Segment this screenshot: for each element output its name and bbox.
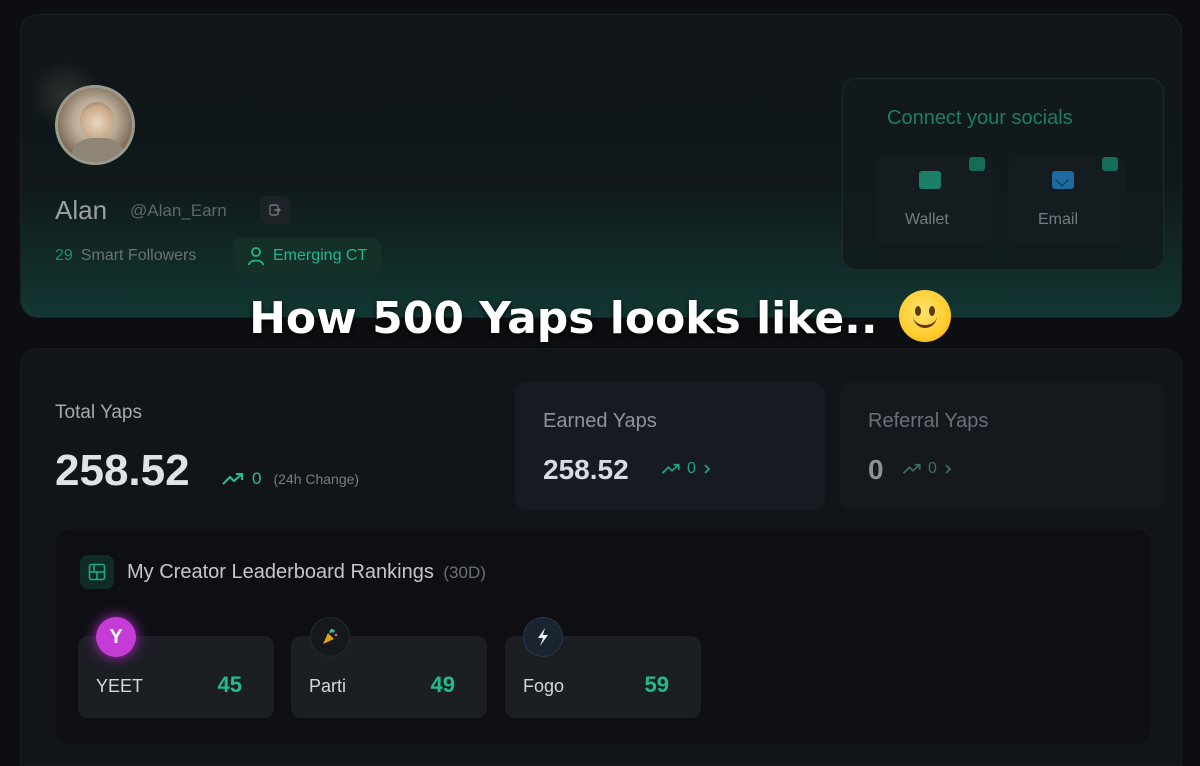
bolt-icon	[523, 617, 563, 657]
link-icon	[969, 157, 985, 171]
connect-socials-title: Connect your socials	[887, 107, 1073, 129]
user-icon	[248, 247, 264, 266]
earned-yaps-card[interactable]: Earned Yaps 258.52 0	[515, 382, 825, 510]
total-yaps-value: 258.52	[55, 446, 190, 495]
rank-name: Fogo	[523, 676, 565, 696]
smart-followers: 29 Smart Followers	[55, 247, 196, 265]
profile-handle: @Alan_Earn	[130, 201, 227, 220]
trend-up-icon	[661, 463, 680, 474]
avatar[interactable]	[55, 85, 135, 165]
profile-name: Alan	[55, 195, 108, 225]
referral-yaps-value: 0	[868, 454, 884, 485]
leaderboard-title: My Creator Leaderboard Rankings (30D)	[127, 561, 486, 584]
logout-icon	[269, 204, 281, 216]
referral-yaps-change-value: 0	[928, 460, 937, 477]
chevron-right-icon	[945, 464, 952, 474]
email-icon	[1052, 171, 1074, 189]
connect-email-button[interactable]: Email	[1008, 157, 1126, 245]
earned-yaps-label: Earned Yaps	[543, 410, 657, 432]
total-yaps-label: Total Yaps	[55, 402, 142, 423]
trend-up-icon	[902, 463, 921, 474]
wallet-icon	[919, 171, 941, 189]
total-yaps-change: 0 (24h Change)	[222, 469, 359, 489]
rank-name: YEET	[96, 676, 144, 696]
rank-score: 45	[217, 672, 242, 697]
headline-overlay: How 500 Yaps looks like..	[0, 290, 1200, 344]
earned-yaps-value: 258.52	[543, 454, 629, 485]
earned-yaps-change-value: 0	[687, 460, 696, 477]
smart-followers-count: 29	[55, 247, 73, 264]
rank-name: Parti	[309, 676, 347, 696]
logout-button[interactable]	[260, 196, 290, 224]
headline-text: How 500 Yaps looks like..	[249, 293, 878, 344]
tier-badge: Emerging CT	[233, 238, 382, 274]
yeet-logo-icon: Y	[96, 617, 136, 657]
total-yaps-change-label: (24h Change)	[273, 471, 360, 487]
tier-label: Emerging CT	[273, 247, 368, 264]
rank-score: 49	[430, 672, 455, 697]
wallet-label: Wallet	[905, 211, 949, 228]
smiley-emoji-icon	[898, 290, 951, 342]
confetti-icon	[310, 617, 350, 657]
leaderboard-title-text: My Creator Leaderboard Rankings	[127, 561, 434, 583]
smart-followers-label: Smart Followers	[80, 247, 197, 264]
referral-yaps-card[interactable]: Referral Yaps 0 0	[840, 382, 1164, 510]
trend-up-icon	[222, 473, 243, 485]
referral-yaps-change: 0	[902, 460, 953, 478]
link-icon	[1102, 157, 1118, 171]
rank-score: 59	[644, 672, 669, 697]
email-label: Email	[1038, 211, 1079, 228]
connect-socials-card: Connect your socials Wallet Email	[842, 78, 1164, 270]
leaderboard-icon	[80, 555, 114, 589]
connect-wallet-button[interactable]: Wallet	[875, 157, 993, 245]
leaderboard-period: (30D)	[443, 563, 486, 582]
referral-yaps-label: Referral Yaps	[868, 410, 989, 432]
total-yaps-change-value: 0	[252, 469, 262, 488]
earned-yaps-change: 0	[661, 460, 712, 478]
chevron-right-icon	[704, 464, 711, 474]
